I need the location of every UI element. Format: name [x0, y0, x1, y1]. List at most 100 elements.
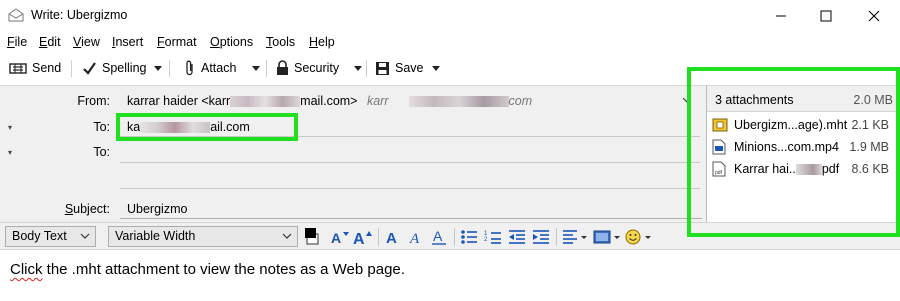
attachment-summary[interactable]: 3 attachments 2.0 MB	[707, 86, 900, 112]
menu-tools[interactable]: Tools	[266, 35, 295, 49]
emoticon-menu-button[interactable]	[625, 227, 653, 247]
recipient-type-toggle-2[interactable]: ▾	[8, 148, 18, 158]
menu-options[interactable]: Options	[210, 35, 253, 49]
to-label-2: To:	[93, 145, 110, 159]
subject-underline	[120, 218, 702, 219]
send-button[interactable]: Send	[9, 57, 61, 79]
svg-text:A: A	[386, 230, 397, 246]
thunderbird-compose-icon	[8, 8, 24, 22]
svg-text:A: A	[409, 231, 420, 246]
bold-icon: A	[386, 230, 397, 246]
recipient-type-toggle[interactable]: ▾	[8, 123, 18, 133]
format-separator	[454, 228, 455, 246]
save-dropdown[interactable]	[431, 60, 441, 76]
lock-icon	[277, 60, 288, 75]
attachment-name: Minions...com.mp4	[734, 140, 839, 154]
maximize-button[interactable]	[803, 0, 849, 32]
increase-font-size-button[interactable]: A	[353, 227, 373, 247]
security-label: Security	[294, 61, 340, 75]
attachment-item[interactable]: pdf Karrar hai.. pdf 8.6 KB	[707, 158, 900, 180]
attach-dropdown[interactable]	[251, 60, 261, 76]
to-recipient-input-2[interactable]	[120, 142, 700, 162]
svg-text:A: A	[353, 231, 365, 246]
dropdown-arrow-icon	[432, 65, 440, 71]
to-value-start: ka	[127, 120, 141, 134]
dropdown-arrow-icon	[154, 65, 162, 71]
save-label: Save	[395, 61, 424, 75]
bold-button[interactable]: A	[383, 227, 401, 247]
attachment-count: 3 attachments	[715, 93, 794, 107]
underline-button[interactable]: A	[430, 227, 448, 247]
subject-input[interactable]: Ubergizmo	[127, 202, 187, 216]
close-button[interactable]	[851, 0, 897, 32]
decrease-indent-button[interactable]	[507, 227, 527, 247]
attach-label: Attach	[201, 61, 237, 75]
attachment-size: 1.9 MB	[849, 140, 889, 154]
chevron-down-icon	[80, 233, 90, 239]
spelling-label: Spelling	[102, 61, 147, 75]
from-label: From:	[77, 94, 110, 108]
text-color-icon	[305, 228, 319, 245]
menu-help[interactable]: Help	[309, 35, 335, 49]
font-family-value: Variable Width	[115, 229, 196, 243]
toolbar-separator	[71, 60, 72, 77]
menu-format[interactable]: Format	[157, 35, 197, 49]
italic-icon: A	[409, 231, 420, 246]
dropdown-arrow-icon	[354, 65, 362, 71]
numbered-list-button[interactable]: 1 2	[483, 227, 503, 247]
bulleted-list-button[interactable]	[459, 227, 479, 247]
to-label: To:	[93, 120, 110, 134]
message-body-editor[interactable]: Click the .mht attachment to view the no…	[0, 251, 900, 301]
send-icon	[9, 63, 27, 74]
attach-button[interactable]: Attach	[184, 57, 236, 79]
toolbar-separator	[266, 60, 267, 77]
subject-label: Subject:	[64, 202, 110, 216]
window-title: Write: Ubergizmo	[31, 8, 128, 22]
redacted-block	[408, 96, 509, 108]
increase-indent-button[interactable]	[531, 227, 551, 247]
spelling-button[interactable]: Spelling	[82, 57, 146, 79]
checkmark-icon	[83, 61, 96, 75]
to-value-end: ail.com	[210, 120, 250, 134]
menu-bar: File Edit View Insert Format Options Too…	[0, 32, 900, 53]
numbered-list-icon: 1 2	[484, 231, 501, 244]
menu-edit[interactable]: Edit	[39, 35, 61, 49]
format-separator	[378, 228, 379, 246]
menu-file[interactable]: File	[7, 35, 27, 49]
attachment-total-size: 2.0 MB	[853, 93, 893, 107]
toolbar-separator	[366, 60, 367, 77]
font-family-select[interactable]: Variable Width	[108, 226, 298, 247]
paragraph-style-select[interactable]: Body Text	[5, 226, 96, 247]
from-name: karrar haider <karr	[127, 94, 231, 108]
attachment-item[interactable]: Ubergizm...age).mht 2.1 KB	[707, 114, 900, 136]
from-identity-select[interactable]: karrar haider <karr mail.com> karr com	[127, 94, 532, 108]
minimize-button[interactable]	[758, 0, 804, 32]
attachment-size: 8.6 KB	[851, 162, 889, 176]
indent-icon	[533, 230, 549, 244]
menu-view[interactable]: View	[73, 35, 100, 49]
chevron-down-icon[interactable]	[683, 98, 691, 103]
italic-button[interactable]: A	[407, 227, 425, 247]
formatting-toolbar: Body Text Variable Width A A A A A 1 2	[0, 222, 900, 250]
send-label: Send	[32, 61, 62, 75]
title-bar: Write: Ubergizmo	[0, 0, 900, 32]
insert-menu-button[interactable]	[593, 227, 621, 247]
body-text-rest: the .mht attachment to view the notes as…	[42, 261, 405, 278]
message-body-text: Click the .mht attachment to view the no…	[10, 261, 405, 278]
floppy-disk-icon	[376, 61, 389, 75]
decrease-font-size-button[interactable]: A	[330, 227, 350, 247]
attachment-item[interactable]: Minions...com.mp4 1.9 MB	[707, 136, 900, 158]
to-recipient-field[interactable]: ka ail.com	[127, 120, 250, 134]
from-identity-end: com	[508, 94, 533, 108]
save-button[interactable]: Save	[375, 57, 424, 79]
redacted-block	[230, 96, 301, 108]
security-dropdown[interactable]	[353, 60, 363, 76]
alignment-menu-button[interactable]	[562, 227, 588, 247]
toolbar-separator	[169, 60, 170, 77]
maximize-icon	[820, 10, 832, 22]
text-color-button[interactable]	[304, 227, 326, 247]
menu-insert[interactable]: Insert	[112, 35, 143, 49]
spelling-dropdown[interactable]	[153, 60, 163, 76]
security-button[interactable]: Security	[276, 57, 339, 79]
outdent-icon	[509, 230, 525, 244]
